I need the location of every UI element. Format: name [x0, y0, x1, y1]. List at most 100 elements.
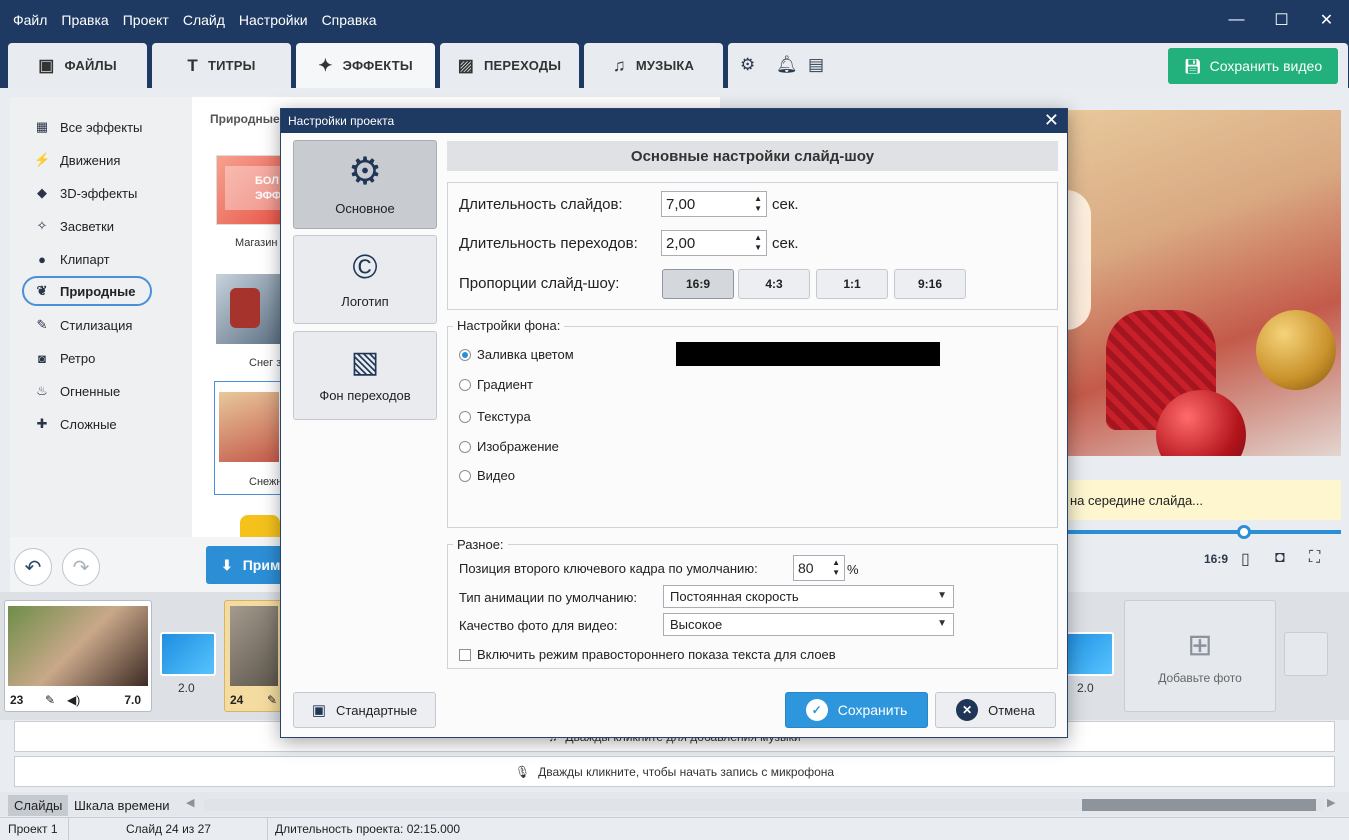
category-stylize[interactable]: ✎ Стилизация [22, 310, 152, 340]
radio-bg-color[interactable]: Заливка цветом [459, 347, 574, 362]
slide-card-selected[interactable]: 24 ✎ [224, 600, 282, 712]
scrollbar-thumb[interactable] [1082, 799, 1316, 811]
maximize-icon[interactable]: ☐ [1259, 0, 1304, 40]
arrow-down-icon: ⬇ [221, 556, 233, 573]
scroll-left-icon[interactable]: ◀ [186, 796, 194, 809]
tab-music[interactable]: ♫ МУЗЫКА [584, 43, 723, 88]
pencil-icon[interactable]: ✎ [45, 693, 55, 707]
puzzle-icon: ✚ [36, 416, 48, 431]
radio-bg-texture[interactable]: Текстура [459, 409, 531, 424]
aspect-frame-icon[interactable]: ▯ [1241, 549, 1250, 569]
radio-bg-image[interactable]: Изображение [459, 439, 559, 454]
keyframe-input[interactable]: 80 ▲ ▼ [793, 555, 845, 581]
category-natural[interactable]: ❦ Природные [22, 276, 152, 306]
scroll-right-icon[interactable]: ▶ [1327, 796, 1335, 809]
undo-button[interactable]: ↶ [14, 548, 52, 586]
menu-settings[interactable]: Настройки [232, 12, 315, 28]
radio-bg-video[interactable]: Видео [459, 468, 515, 483]
radio-bg-gradient[interactable]: Градиент [459, 377, 533, 392]
tab-timeline[interactable]: Шкала времени [68, 795, 176, 816]
menu-edit[interactable]: Правка [54, 12, 115, 28]
preview-ratio[interactable]: 16:9 [1204, 552, 1228, 566]
menu-project[interactable]: Проект [116, 12, 176, 28]
bg-color-swatch[interactable] [676, 342, 940, 366]
apply-button[interactable]: ⬇ Прим [206, 546, 286, 584]
transition-thumb[interactable] [160, 632, 216, 676]
save-button[interactable]: ✓ Сохранить [785, 692, 928, 728]
spin-arrows-icon[interactable]: ▲ ▼ [832, 558, 840, 578]
category-all[interactable]: ▦ Все эффекты [22, 112, 152, 142]
nav-general[interactable]: ⚙ Основное [293, 140, 437, 229]
effect-thumb[interactable]: БОЛ ЭФФ [216, 155, 282, 225]
spin-arrows-icon[interactable]: ▲ ▼ [754, 194, 762, 214]
nav-logo[interactable]: © Логотип [293, 235, 437, 324]
playback-slider-handle[interactable] [1237, 525, 1251, 539]
category-motion[interactable]: ⚡ Движения [22, 145, 152, 175]
transition-duration: 2.0 [1077, 681, 1094, 695]
slide-card[interactable]: 23 ✎ ◀) 7.0 [4, 600, 152, 712]
slide-duration-input[interactable]: 7,00 ▲ ▼ [661, 191, 767, 217]
playback-progress[interactable] [1066, 530, 1341, 534]
tab-slides[interactable]: Слайды [8, 795, 69, 816]
category-label: Огненные [60, 383, 121, 399]
aspect-4-3-button[interactable]: 4:3 [738, 269, 810, 299]
status-duration: Длительность проекта: 02:15.000 [275, 822, 461, 836]
mic-track[interactable]: 🎙︎ Дважды кликните, чтобы начать запись … [14, 756, 1335, 787]
nav-logo-label: Логотип [341, 294, 389, 309]
pencil-icon[interactable]: ✎ [267, 693, 277, 707]
slide-duration-value: 7,00 [666, 195, 696, 213]
defaults-button[interactable]: ▣ Стандартные [293, 692, 436, 728]
background-group-title: Настройки фона: [453, 318, 565, 333]
category-3d[interactable]: ◆ 3D-эффекты [22, 178, 152, 208]
category-retro[interactable]: ◙ Ретро [22, 343, 152, 373]
add-photo-button[interactable]: ⊞ Добавьте фото [1124, 600, 1276, 712]
tab-titles-label: ТИТРЫ [207, 58, 256, 73]
tab-files[interactable]: ▣ ФАЙЛЫ [8, 43, 147, 88]
category-flares[interactable]: ✧ Засветки [22, 211, 152, 241]
aspect-9-16-button[interactable]: 9:16 [894, 269, 966, 299]
percent-unit: % [847, 562, 859, 577]
radio-label: Градиент [477, 377, 533, 392]
category-fire[interactable]: ♨ Огненные [22, 376, 152, 406]
slide-number: 23 [10, 693, 24, 707]
tab-transitions[interactable]: ▨ ПЕРЕХОДЫ [440, 43, 579, 88]
star-effects-icon: ✦ [318, 55, 333, 75]
cancel-button[interactable]: ✕ Отмена [935, 692, 1056, 728]
close-icon[interactable]: ✕ [1304, 0, 1349, 40]
menu-file[interactable]: Файл [0, 12, 54, 28]
horizontal-scrollbar[interactable] [204, 799, 1324, 811]
snapshot-icon[interactable]: ◘ [1275, 549, 1285, 567]
rtl-text-checkbox[interactable]: Включить режим правостороннего показа те… [459, 647, 836, 662]
gear-icon[interactable]: ⚙ [740, 55, 755, 75]
dialog-titlebar: Настройки проекта ✕ [281, 109, 1067, 133]
speaker-icon[interactable]: ◀) [67, 693, 80, 707]
tab-titles[interactable]: T ТИТРЫ [152, 43, 291, 88]
aspect-1-1-button[interactable]: 1:1 [816, 269, 888, 299]
slide-preview[interactable] [1066, 110, 1341, 456]
menu-help[interactable]: Справка [315, 12, 384, 28]
aspect-16-9-button[interactable]: 16:9 [662, 269, 734, 299]
effect-thumb[interactable] [240, 515, 280, 537]
effect-thumb[interactable] [216, 274, 282, 344]
cube-icon: ◆ [37, 185, 47, 200]
preview-toolbar: ⚙ 🔔︎ ▤ 💾︎ Сохранить видео [728, 43, 1348, 88]
menu-slide[interactable]: Слайд [176, 12, 232, 28]
bell-icon[interactable]: 🔔︎ [776, 55, 798, 75]
spin-arrows-icon[interactable]: ▲ ▼ [754, 233, 762, 253]
transition-duration-input[interactable]: 2,00 ▲ ▼ [661, 230, 767, 256]
status-slide: Слайд 24 из 27 [126, 822, 211, 836]
tab-effects[interactable]: ✦ ЭФФЕКТЫ [296, 43, 435, 88]
project-settings-dialog: Настройки проекта ✕ ⚙ Основное © Логотип… [280, 108, 1068, 738]
category-clipart[interactable]: ● Клипарт [22, 244, 152, 274]
photo-quality-select[interactable]: Высокое ▼ [663, 613, 954, 636]
category-complex[interactable]: ✚ Сложные [22, 409, 152, 439]
fullscreen-icon[interactable]: ⛶ [1309, 549, 1320, 567]
nav-transition-bg[interactable]: ▧ Фон переходов [293, 331, 437, 420]
save-video-button[interactable]: 💾︎ Сохранить видео [1168, 48, 1338, 84]
dialog-close-icon[interactable]: ✕ [1044, 110, 1059, 131]
redo-button[interactable]: ↷ [62, 548, 100, 586]
animation-type-select[interactable]: Постоянная скорость ▼ [663, 585, 954, 608]
preview-hint: на середине слайда... [1066, 480, 1341, 520]
images-icon[interactable]: ▤ [808, 55, 824, 75]
minimize-icon[interactable]: — [1214, 0, 1259, 40]
